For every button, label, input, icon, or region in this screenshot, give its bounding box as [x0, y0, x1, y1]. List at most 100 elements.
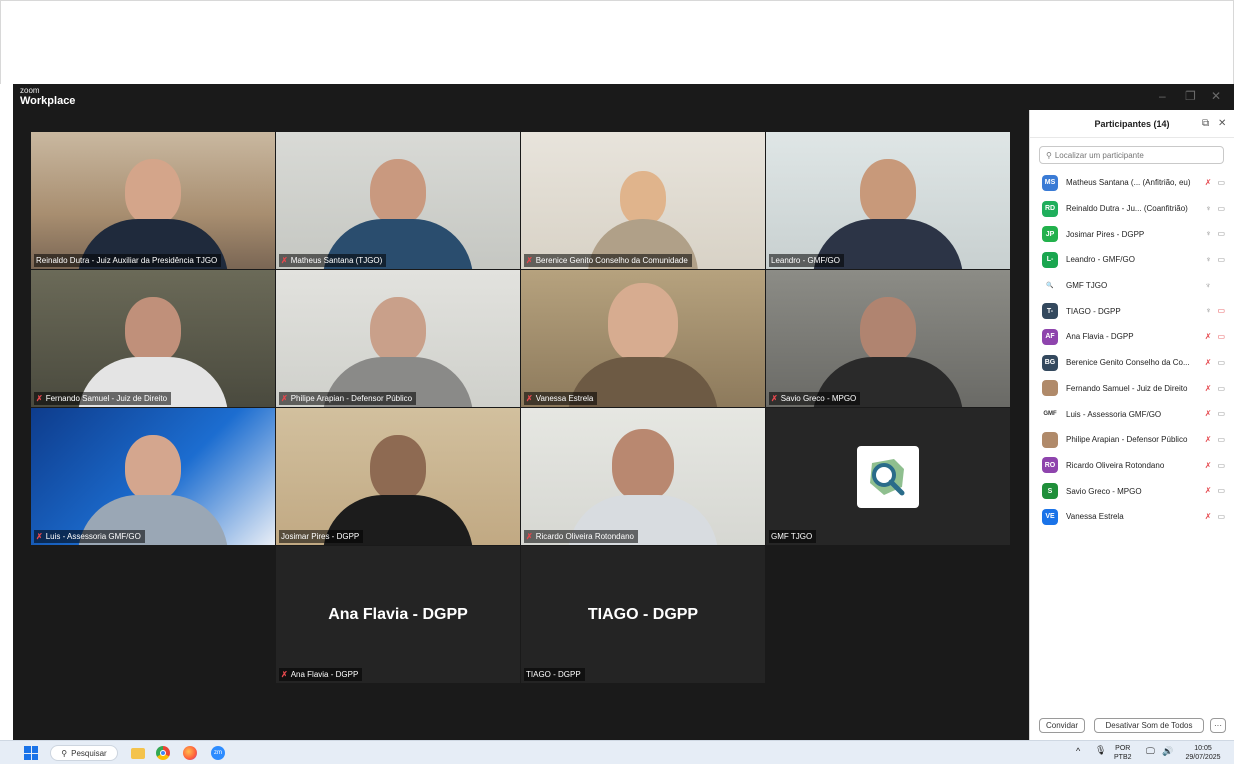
- person-silhouette: [813, 297, 963, 407]
- participant-row[interactable]: RO Ricardo Oliveira Rotondano ✗ ▭: [1030, 453, 1234, 479]
- video-tile-fernando[interactable]: ✗ Fernando Samuel - Juiz de Direito: [31, 270, 275, 407]
- more-options-button[interactable]: ···: [1210, 718, 1226, 733]
- video-tile-philipe[interactable]: ✗ Philipe Arapian - Defensor Público: [276, 270, 520, 407]
- mic-muted-icon[interactable]: ✗: [1205, 486, 1212, 495]
- tile-name: Berenice Genito Conselho da Comunidade: [535, 256, 688, 265]
- close-panel-icon[interactable]: ✕: [1218, 118, 1226, 129]
- tile-name: Savio Greco - MPGO: [780, 394, 857, 403]
- mic-muted-icon[interactable]: ✗: [1205, 461, 1212, 470]
- participant-status-icons: ♆ ▭: [1205, 306, 1225, 315]
- camera-icon[interactable]: ▭: [1217, 512, 1225, 521]
- firefox-icon[interactable]: [182, 745, 198, 761]
- camera-icon[interactable]: ▭: [1217, 204, 1225, 213]
- zoom-app-icon[interactable]: zm: [210, 745, 226, 761]
- video-tile-berenice[interactable]: ✗ Berenice Genito Conselho da Comunidade: [521, 132, 765, 269]
- chrome-icon[interactable]: [155, 745, 171, 761]
- participant-row[interactable]: MS Matheus Santana (... (Anfitrião, eu) ✗ ▭: [1030, 170, 1234, 196]
- person-silhouette: [78, 159, 228, 269]
- participant-row[interactable]: BG Berenice Genito Conselho da Co... ✗ ▭: [1030, 350, 1234, 376]
- participant-status-icons: ✗ ▭: [1205, 461, 1225, 470]
- pop-out-icon[interactable]: ⧉: [1202, 118, 1209, 129]
- participant-row[interactable]: S Savio Greco - MPGO ✗ ▭: [1030, 478, 1234, 504]
- tile-name: Philipe Arapian - Defensor Público: [290, 394, 413, 403]
- mic-muted-icon[interactable]: ✗: [1205, 358, 1212, 367]
- video-tile-vanessa[interactable]: ✗ Vanessa Estrela: [521, 270, 765, 407]
- participant-row[interactable]: T- TIAGO - DGPP ♆ ▭: [1030, 298, 1234, 324]
- video-tile-ricardo[interactable]: ✗ Ricardo Oliveira Rotondano: [521, 408, 765, 545]
- volume-icon[interactable]: 🔊: [1162, 747, 1173, 756]
- network-icon[interactable]: 🖵: [1146, 747, 1155, 756]
- restore-button[interactable]: ❐: [1185, 89, 1196, 103]
- mic-muted-icon[interactable]: ✗: [1205, 435, 1212, 444]
- camera-placeholder[interactable]: [1217, 281, 1225, 290]
- mic-icon[interactable]: ♆: [1205, 255, 1211, 264]
- camera-off-icon[interactable]: ▭: [1217, 332, 1225, 341]
- video-tile-luis[interactable]: ✗ Luis - Assessoria GMF/GO: [31, 408, 275, 545]
- close-button[interactable]: ✕: [1211, 89, 1221, 103]
- participant-status-icons: ♆ ▭: [1205, 229, 1225, 238]
- clock[interactable]: 10:05 29/07/2025: [1182, 744, 1224, 762]
- language-indicator[interactable]: POR PTB2: [1114, 744, 1132, 762]
- mic-icon[interactable]: ♆: [1205, 229, 1211, 238]
- file-explorer-icon[interactable]: [130, 745, 146, 761]
- blank-area-above-window: [0, 0, 1234, 84]
- mic-muted-icon[interactable]: ✗: [1205, 178, 1212, 187]
- mic-icon[interactable]: ♆: [1205, 204, 1211, 213]
- taskbar-search[interactable]: ⚲ Pesquisar: [50, 745, 118, 761]
- mic-muted-icon[interactable]: ✗: [1205, 332, 1212, 341]
- participant-row[interactable]: L- Leandro - GMF/GO ♆ ▭: [1030, 247, 1234, 273]
- keyboard-layout: PTB2: [1114, 754, 1132, 761]
- camera-icon[interactable]: ▭: [1217, 358, 1225, 367]
- tile-name-label: Reinaldo Dutra - Juiz Auxiliar da Presid…: [34, 254, 222, 267]
- camera-icon[interactable]: ▭: [1217, 435, 1225, 444]
- camera-off-icon[interactable]: ▭: [1217, 306, 1225, 315]
- participants-panel-footer: Convidar Desativar Som de Todos ···: [1030, 712, 1234, 740]
- mute-all-button[interactable]: Desativar Som de Todos: [1094, 718, 1204, 733]
- search-icon: ⚲: [1046, 150, 1052, 160]
- participant-row[interactable]: JP Josimar Pires - DGPP ♆ ▭: [1030, 221, 1234, 247]
- video-tile-reinaldo[interactable]: Reinaldo Dutra - Juiz Auxiliar da Presid…: [31, 132, 275, 269]
- participant-row[interactable]: VE Vanessa Estrela ✗ ▭: [1030, 504, 1234, 530]
- participant-row[interactable]: AF Ana Flavia - DGPP ✗ ▭: [1030, 324, 1234, 350]
- participant-name: Leandro - GMF/GO: [1066, 255, 1135, 265]
- avatar: JP: [1042, 226, 1058, 243]
- mic-muted-icon[interactable]: ✗: [1205, 512, 1212, 521]
- minimize-button[interactable]: –: [1159, 89, 1166, 103]
- participant-row[interactable]: RD Reinaldo Dutra - Ju... (Coanfitrião) ♆ ▭: [1030, 196, 1234, 222]
- participant-status-icons: ✗ ▭: [1205, 384, 1225, 393]
- tile-name-label: ✗ Fernando Samuel - Juiz de Direito: [34, 392, 172, 405]
- invite-button[interactable]: Convidar: [1039, 718, 1085, 733]
- video-gallery: Reinaldo Dutra - Juiz Auxiliar da Presid…: [13, 110, 1029, 740]
- participant-row[interactable]: Philipe Arapian - Defensor Público ✗ ▭: [1030, 427, 1234, 453]
- tile-name-label: TIAGO - DGPP: [524, 668, 585, 681]
- participant-row[interactable]: GMF Luis - Assessoria GMF/GO ✗ ▭: [1030, 401, 1234, 427]
- mic-muted-icon: ✗: [526, 532, 533, 541]
- mic-icon[interactable]: ♆: [1205, 281, 1211, 290]
- participant-status-icons: ✗ ▭: [1205, 409, 1225, 418]
- camera-icon[interactable]: ▭: [1217, 486, 1225, 495]
- participant-row[interactable]: 🔍 GMF TJGO ♆: [1030, 273, 1234, 299]
- participant-search[interactable]: ⚲: [1039, 146, 1224, 164]
- camera-icon[interactable]: ▭: [1217, 178, 1225, 187]
- video-tile-tiago[interactable]: TIAGO - DGPP TIAGO - DGPP: [521, 546, 765, 683]
- camera-icon[interactable]: ▭: [1217, 384, 1225, 393]
- participant-row[interactable]: Fernando Samuel - Juiz de Direito ✗ ▭: [1030, 376, 1234, 402]
- start-button[interactable]: [24, 745, 38, 761]
- show-hidden-icons[interactable]: ^: [1076, 747, 1080, 756]
- mic-icon[interactable]: ♆: [1205, 306, 1211, 315]
- microphone-tray-icon[interactable]: 🎙: [1095, 746, 1106, 755]
- camera-icon[interactable]: ▭: [1217, 461, 1225, 470]
- mic-muted-icon[interactable]: ✗: [1205, 384, 1212, 393]
- participant-search-input[interactable]: [1054, 150, 1215, 160]
- camera-icon[interactable]: ▭: [1217, 229, 1225, 238]
- video-tile-savio[interactable]: ✗ Savio Greco - MPGO: [766, 270, 1010, 407]
- camera-icon[interactable]: ▭: [1217, 409, 1225, 418]
- video-tile-matheus[interactable]: ✗ Matheus Santana (TJGO): [276, 132, 520, 269]
- mic-muted-icon[interactable]: ✗: [1205, 409, 1212, 418]
- video-tile-gmf-tjgo[interactable]: GMF TJGO: [766, 408, 1010, 545]
- video-tile-leandro[interactable]: Leandro - GMF/GO: [766, 132, 1010, 269]
- video-tile-josimar[interactable]: Josimar Pires - DGPP: [276, 408, 520, 545]
- video-tile-ana-flavia[interactable]: Ana Flavia - DGPP ✗ Ana Flavia - DGPP: [276, 546, 520, 683]
- camera-icon[interactable]: ▭: [1217, 255, 1225, 264]
- tile-name: Leandro - GMF/GO: [771, 256, 840, 265]
